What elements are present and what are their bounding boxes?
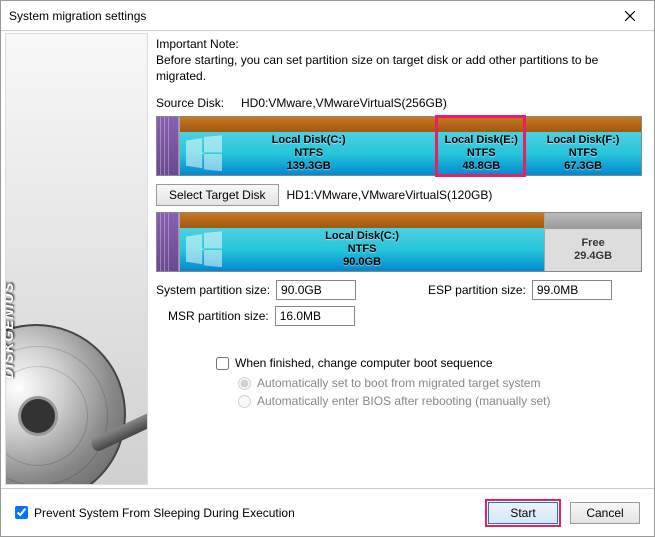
sys-part-input[interactable]	[276, 280, 356, 300]
content-area: DISKGENIUS Important Note: Before starti…	[1, 31, 654, 486]
footer: Prevent System From Sleeping During Exec…	[1, 488, 654, 536]
radio-auto-row: Automatically set to boot from migrated …	[238, 376, 642, 390]
sys-part-label: System partition size:	[156, 283, 270, 297]
radio-bios	[238, 395, 251, 408]
msr-label: MSR partition size:	[168, 309, 269, 323]
partition[interactable]: Local Disk(C:)NTFS139.3GB	[179, 117, 437, 175]
source-value: HD0:VMware,VMwareVirtualS(256GB)	[241, 96, 447, 110]
radio-bios-label: Automatically enter BIOS after rebooting…	[257, 394, 550, 408]
boot-checkbox[interactable]	[216, 357, 229, 370]
start-button[interactable]: Start	[488, 502, 558, 524]
partition[interactable]: Local Disk(F:)NTFS67.3GB	[524, 117, 641, 175]
brand-text: DISKGENIUS	[5, 282, 16, 379]
titlebar: System migration settings	[1, 1, 654, 31]
sleep-checkbox[interactable]	[15, 506, 28, 519]
note-text: Before starting, you can set partition s…	[156, 53, 642, 84]
target-value: HD1:VMware,VMwareVirtualS(120GB)	[287, 188, 493, 202]
window-title: System migration settings	[9, 9, 610, 23]
esp-label: ESP partition size:	[428, 283, 526, 297]
source-label: Source Disk:	[156, 96, 241, 110]
target-row: Select Target Disk HD1:VMware,VMwareVirt…	[156, 184, 642, 206]
size-row-1: System partition size: ESP partition siz…	[156, 280, 642, 300]
boot-checkbox-label: When finished, change computer boot sequ…	[235, 356, 493, 370]
sidebar-image: DISKGENIUS	[5, 33, 148, 485]
partition[interactable]: Local Disk(E:)NTFS48.8GB	[437, 117, 524, 175]
close-icon	[625, 11, 635, 21]
msr-input[interactable]	[275, 306, 355, 326]
target-disk-bar[interactable]: Local Disk(C:)NTFS90.0GBFree29.4GB	[156, 212, 642, 272]
radio-bios-row: Automatically enter BIOS after rebooting…	[238, 394, 642, 408]
reserved-stripe	[169, 117, 179, 175]
sleep-checkbox-label: Prevent System From Sleeping During Exec…	[34, 506, 295, 520]
source-disk-bar[interactable]: Local Disk(C:)NTFS139.3GBLocal Disk(E:)N…	[156, 116, 642, 176]
note-heading: Important Note:	[156, 37, 642, 51]
close-button[interactable]	[610, 2, 650, 30]
boot-checkbox-row[interactable]: When finished, change computer boot sequ…	[216, 356, 642, 370]
partition[interactable]: Free29.4GB	[544, 213, 641, 271]
esp-input[interactable]	[532, 280, 612, 300]
main-panel: Important Note: Before starting, you can…	[148, 31, 654, 486]
hdd-platter	[5, 324, 126, 485]
options-block: When finished, change computer boot sequ…	[216, 356, 642, 408]
size-row-2: MSR partition size:	[156, 306, 642, 326]
select-target-button[interactable]: Select Target Disk	[156, 184, 279, 206]
radio-auto	[238, 377, 251, 390]
partition[interactable]: Local Disk(C:)NTFS90.0GB	[179, 213, 544, 271]
footer-buttons: Start Cancel	[488, 502, 640, 524]
cancel-button[interactable]: Cancel	[570, 502, 640, 524]
radio-auto-label: Automatically set to boot from migrated …	[257, 376, 540, 390]
source-row: Source Disk: HD0:VMware,VMwareVirtualS(2…	[156, 96, 642, 110]
reserved-stripe	[169, 213, 179, 271]
sleep-checkbox-row[interactable]: Prevent System From Sleeping During Exec…	[15, 506, 488, 520]
